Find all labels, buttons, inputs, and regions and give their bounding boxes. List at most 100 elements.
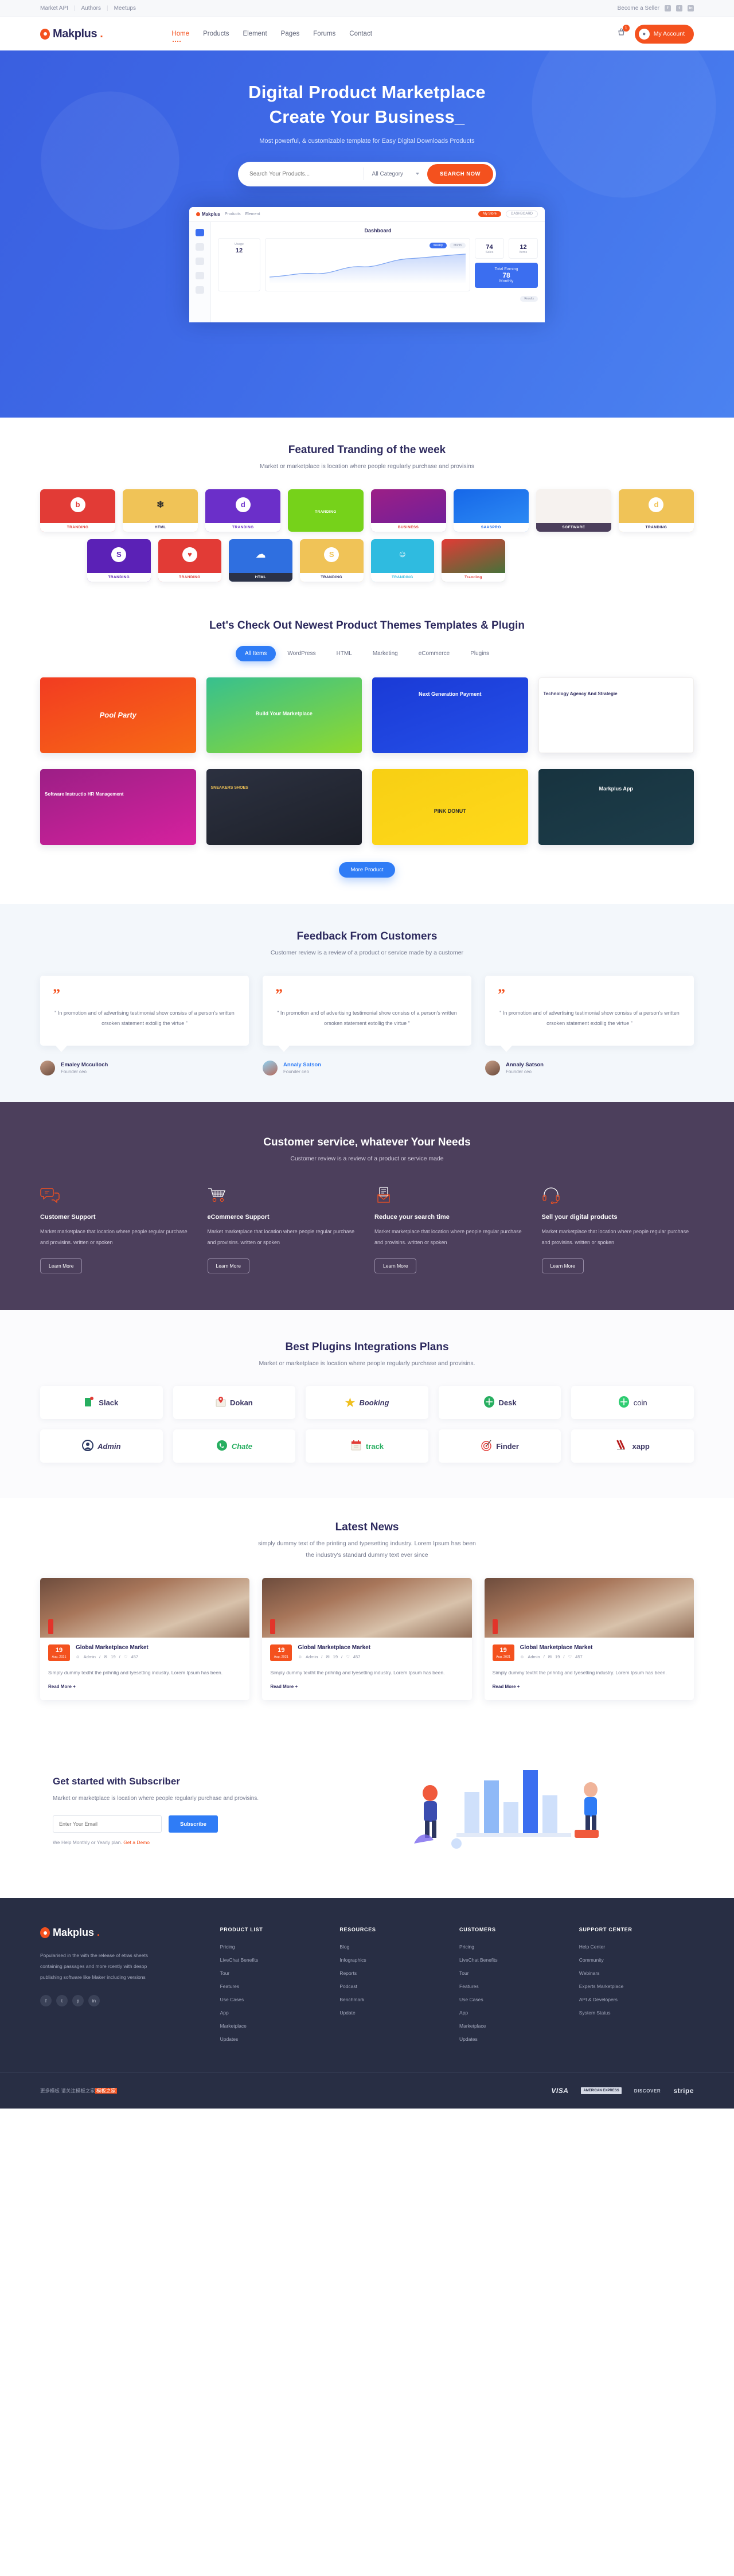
sidebar-icon-settings[interactable] bbox=[196, 286, 204, 294]
product-card[interactable]: Build Your Marketplace bbox=[206, 677, 362, 753]
sidebar-icon-chart[interactable] bbox=[196, 257, 204, 265]
product-card[interactable]: Markplus App bbox=[538, 769, 694, 845]
linkedin-icon[interactable]: in bbox=[88, 1995, 100, 2007]
product-card[interactable]: Software Instructio HR Management bbox=[40, 769, 196, 845]
become-a-seller-link[interactable]: Become a Seller bbox=[618, 5, 659, 11]
sidebar-icon-list[interactable] bbox=[196, 243, 204, 251]
plugin-card[interactable]: coin bbox=[571, 1386, 694, 1420]
plugin-card[interactable]: Desk bbox=[438, 1386, 561, 1420]
footer-link[interactable]: API & Developers bbox=[579, 1997, 694, 2002]
plugin-card[interactable]: Admin bbox=[40, 1429, 163, 1463]
tab-plugins[interactable]: Plugins bbox=[461, 646, 498, 661]
trend-card[interactable]: S TRANDING bbox=[299, 539, 364, 582]
tab-html[interactable]: HTML bbox=[327, 646, 361, 661]
dashboard-nav-element[interactable]: Element bbox=[245, 212, 260, 216]
learn-more-button[interactable]: Learn More bbox=[207, 1258, 249, 1273]
dashboard-results-chip[interactable]: Results bbox=[520, 295, 538, 302]
nav-item-contact[interactable]: Contact bbox=[349, 30, 372, 37]
nav-item-home[interactable]: Home bbox=[171, 30, 189, 42]
footer-link[interactable]: Use Cases bbox=[220, 1997, 330, 2002]
trend-card[interactable]: Tranding bbox=[442, 539, 505, 582]
subscribe-button[interactable]: Subscribe bbox=[169, 1815, 218, 1833]
product-card[interactable]: Next Generation Payment bbox=[372, 677, 528, 753]
nav-item-element[interactable]: Element bbox=[243, 30, 267, 37]
topbar-link-meetups[interactable]: Meetups bbox=[114, 5, 136, 11]
trend-card[interactable]: SOFTWARE bbox=[536, 489, 611, 532]
testimonial-name[interactable]: Annaly Satson bbox=[283, 1062, 321, 1068]
my-account-button[interactable]: ● My Account bbox=[634, 24, 694, 44]
search-now-button[interactable]: SEARCH NOW bbox=[427, 163, 493, 184]
trend-card[interactable]: ❄ HTML bbox=[123, 489, 198, 532]
dashboard-chip-active[interactable]: Weekly bbox=[429, 242, 447, 248]
get-a-demo-link[interactable]: Get a Demo bbox=[123, 1840, 150, 1845]
footer-link[interactable]: System Status bbox=[579, 2010, 694, 2016]
tab-wordpress[interactable]: WordPress bbox=[278, 646, 325, 661]
search-input[interactable] bbox=[238, 170, 364, 177]
footer-link[interactable]: Marketplace bbox=[220, 2023, 330, 2029]
trend-card[interactable]: ♥ TRANDING bbox=[158, 539, 222, 582]
plugin-card[interactable]: Chate bbox=[173, 1429, 296, 1463]
twitter-icon[interactable]: t bbox=[56, 1995, 68, 2007]
footer-link[interactable]: Features bbox=[220, 1983, 330, 1989]
dashboard-dashboard-button[interactable]: DASHBOARD bbox=[505, 211, 538, 218]
footer-link[interactable]: Marketplace bbox=[459, 2023, 569, 2029]
learn-more-button[interactable]: Learn More bbox=[374, 1258, 417, 1273]
footer-link[interactable]: Benchmark bbox=[339, 1997, 449, 2002]
read-more-link[interactable]: Read More + bbox=[48, 1684, 76, 1689]
nav-item-forums[interactable]: Forums bbox=[313, 30, 335, 37]
footer-logo[interactable]: Makplus. bbox=[40, 1927, 210, 1939]
footer-link[interactable]: Webinars bbox=[579, 1970, 694, 1976]
footer-link[interactable]: Updates bbox=[459, 2036, 569, 2042]
footer-link[interactable]: Tour bbox=[459, 1970, 569, 1976]
plugin-card[interactable]: xapp bbox=[571, 1429, 694, 1463]
read-more-link[interactable]: Read More + bbox=[270, 1684, 298, 1689]
footer-link[interactable]: Use Cases bbox=[459, 1997, 569, 2002]
category-select[interactable]: All Category bbox=[364, 171, 427, 177]
footer-link[interactable]: Infographics bbox=[339, 1957, 449, 1963]
dashboard-my-store-button[interactable]: My Store bbox=[478, 211, 501, 217]
sidebar-icon-cart[interactable] bbox=[196, 271, 204, 279]
plugin-card[interactable]: Slack bbox=[40, 1386, 163, 1420]
trend-card[interactable]: ☁ HTML bbox=[229, 539, 292, 582]
linkedin-icon[interactable]: in bbox=[688, 5, 694, 11]
footer-link[interactable]: Pricing bbox=[459, 1944, 569, 1950]
tab-ecommerce[interactable]: eCommerce bbox=[409, 646, 459, 661]
footer-link[interactable]: LiveChat Benefits bbox=[459, 1957, 569, 1963]
product-card[interactable]: SNEAKERS SHOES bbox=[206, 769, 362, 845]
plugin-card[interactable]: track bbox=[306, 1429, 428, 1463]
nav-item-pages[interactable]: Pages bbox=[281, 30, 300, 37]
product-card[interactable]: PINK DONUT bbox=[372, 769, 528, 845]
dashboard-nav-products[interactable]: Products bbox=[225, 212, 241, 216]
dashboard-chip-other[interactable]: Month bbox=[450, 242, 466, 248]
footer-link[interactable]: Reports bbox=[339, 1970, 449, 1976]
footer-link[interactable]: Update bbox=[339, 2010, 449, 2016]
news-card[interactable]: 19 Aug, 2021 Global Marketplace Market ☺… bbox=[40, 1578, 250, 1701]
plugin-card[interactable]: Dokan bbox=[173, 1386, 296, 1420]
footer-link[interactable]: App bbox=[220, 2010, 330, 2016]
trend-card[interactable]: SAASPRO bbox=[453, 489, 529, 532]
tab-all-items[interactable]: All Items bbox=[235, 645, 276, 661]
learn-more-button[interactable]: Learn More bbox=[541, 1258, 584, 1273]
footer-link[interactable]: Blog bbox=[339, 1944, 449, 1950]
site-logo[interactable]: Makplus. bbox=[40, 28, 103, 41]
facebook-icon[interactable]: f bbox=[665, 5, 671, 11]
email-input[interactable] bbox=[53, 1815, 162, 1833]
news-card[interactable]: 19 Aug, 2021 Global Marketplace Market ☺… bbox=[484, 1578, 694, 1701]
pinterest-icon[interactable]: p bbox=[72, 1995, 84, 2007]
read-more-link[interactable]: Read More + bbox=[493, 1684, 520, 1689]
footer-link[interactable]: App bbox=[459, 2010, 569, 2016]
footer-link[interactable]: LiveChat Benefits bbox=[220, 1957, 330, 1963]
plugin-card[interactable]: ★ Booking bbox=[306, 1386, 428, 1420]
topbar-link-market-api[interactable]: Market API bbox=[40, 5, 68, 11]
twitter-icon[interactable]: t bbox=[676, 5, 682, 11]
footer-link[interactable]: Podcast bbox=[339, 1983, 449, 1989]
trend-card[interactable]: BUSINESS bbox=[370, 489, 446, 532]
trend-card[interactable]: ☺ TRANDING bbox=[370, 539, 435, 582]
product-card[interactable]: Pool Party bbox=[40, 677, 196, 753]
plugin-card[interactable]: Finder bbox=[438, 1429, 561, 1463]
news-card[interactable]: 19 Aug, 2021 Global Marketplace Market ☺… bbox=[262, 1578, 472, 1701]
learn-more-button[interactable]: Learn More bbox=[40, 1258, 83, 1273]
copyright-highlight[interactable]: 模板之家 bbox=[95, 2088, 117, 2094]
topbar-link-authors[interactable]: Authors bbox=[81, 5, 101, 11]
footer-link[interactable]: Tour bbox=[220, 1970, 330, 1976]
